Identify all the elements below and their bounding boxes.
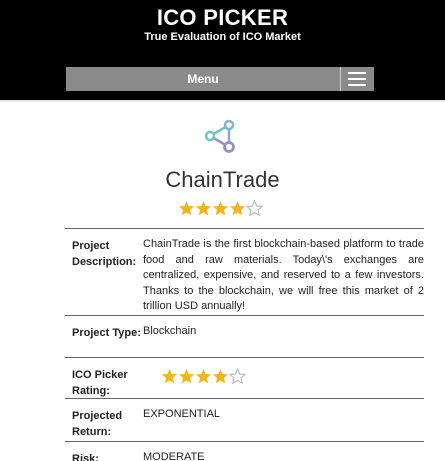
star-filled-icon bbox=[230, 201, 245, 216]
detail-label: Project Type: bbox=[72, 327, 141, 339]
star-filled-icon bbox=[213, 201, 228, 216]
detail-value: MODERATE bbox=[143, 451, 205, 461]
detail-label: Risk: bbox=[72, 453, 99, 461]
site-header: ICO PICKER True Evaluation of ICO Market… bbox=[0, 0, 445, 100]
site-title[interactable]: ICO PICKER bbox=[0, 5, 445, 31]
detail-value: ChainTrade is the first blockchain-based… bbox=[143, 238, 424, 312]
detail-value: EXPONENTIAL bbox=[143, 408, 221, 420]
site-tagline: True Evaluation of ICO Market bbox=[144, 31, 301, 43]
star-filled-icon bbox=[179, 369, 194, 384]
menu-bar[interactable]: Menu bbox=[66, 67, 374, 91]
detail-label: Project Description: bbox=[72, 240, 137, 268]
star-empty-icon bbox=[229, 368, 246, 385]
star-filled-icon bbox=[162, 369, 177, 384]
detail-label: Projected Return: bbox=[72, 410, 123, 438]
share-nodes-icon bbox=[204, 119, 235, 153]
ico-picker-rating-stars bbox=[161, 368, 246, 386]
detail-row-return: Projected Return: EXPONENTIAL bbox=[65, 399, 424, 442]
detail-row-rating: ICO Picker Rating: bbox=[65, 358, 424, 399]
star-filled-icon bbox=[213, 369, 228, 384]
hamburger-icon[interactable] bbox=[348, 72, 366, 86]
star-empty-icon bbox=[246, 200, 263, 217]
star-filled-icon bbox=[179, 201, 194, 216]
menu-button[interactable]: Menu bbox=[66, 67, 340, 91]
detail-row-type: Project Type: Blockchain bbox=[65, 316, 424, 358]
header-shadow bbox=[0, 100, 445, 103]
menu-divider bbox=[340, 67, 341, 91]
star-filled-icon bbox=[196, 369, 211, 384]
project-rating-stars bbox=[178, 200, 263, 218]
detail-row-risk: Risk: MODERATE bbox=[65, 442, 424, 461]
detail-label: ICO Picker Rating: bbox=[72, 369, 128, 397]
project-name: ChainTrade bbox=[165, 167, 280, 192]
detail-row-description: Project Description: ChainTrade is the f… bbox=[65, 229, 424, 316]
project-details-table: Project Description: ChainTrade is the f… bbox=[65, 228, 424, 461]
detail-value: Blockchain bbox=[143, 325, 197, 337]
star-filled-icon bbox=[196, 201, 211, 216]
